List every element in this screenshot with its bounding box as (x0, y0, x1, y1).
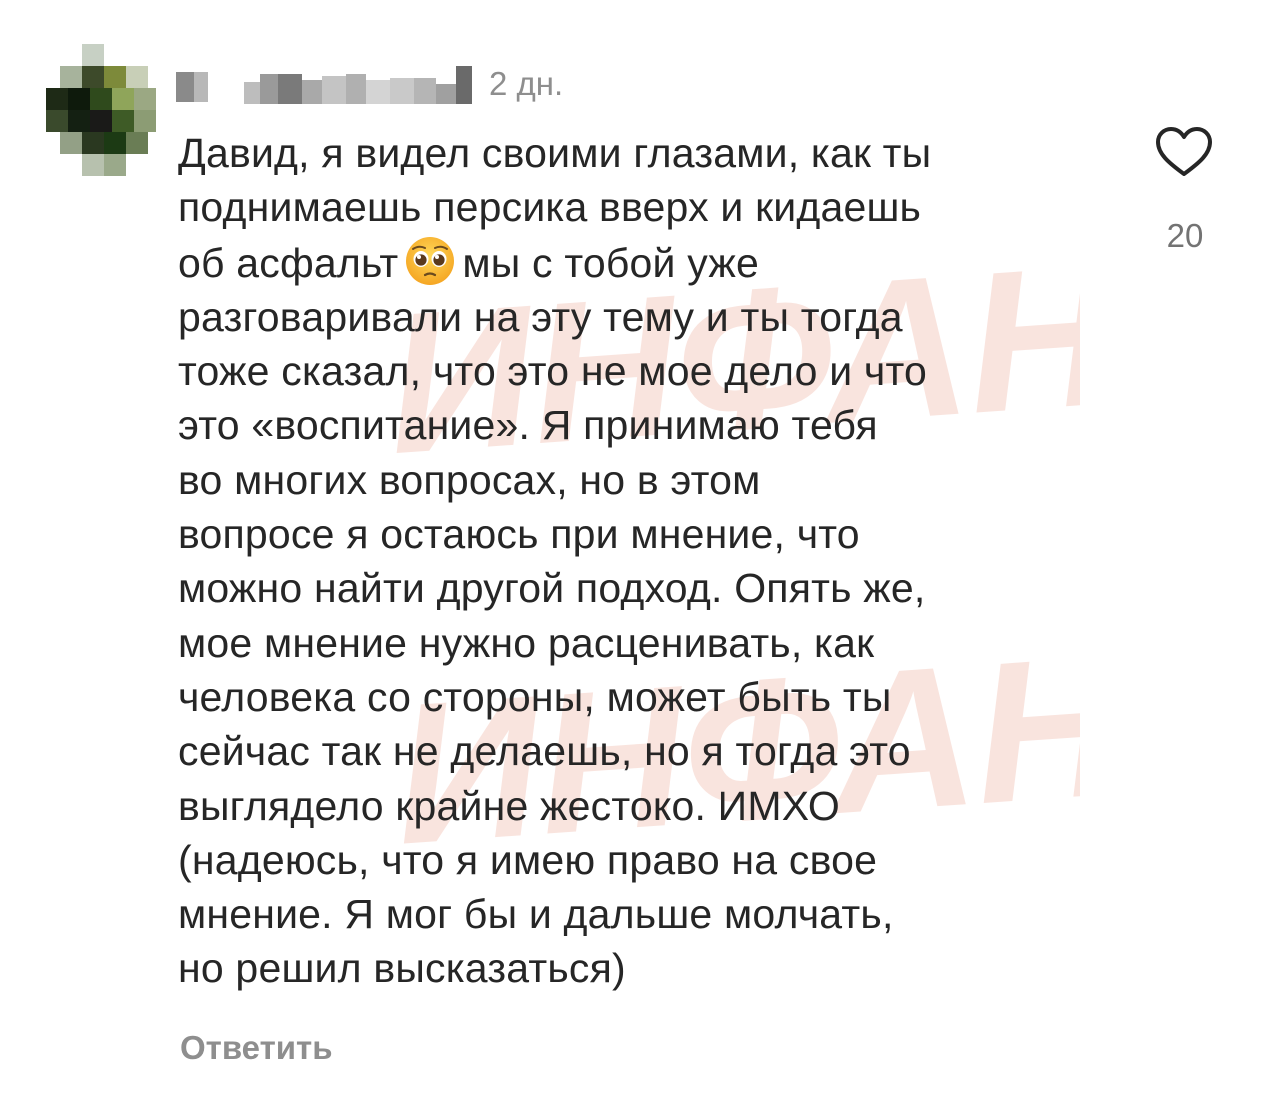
comment-line: мое мнение нужно расценивать, как (178, 619, 875, 666)
comment-line: тоже сказал, что это не мое дело и что (178, 348, 928, 395)
comment-timestamp: 2 дн. (489, 65, 564, 102)
heart-outline-icon[interactable] (1155, 126, 1213, 178)
comment-text: Давид, я видел своими глазами, как ты по… (178, 126, 1118, 996)
comment-line: но решил высказаться) (178, 945, 626, 992)
comment-line: человека со стороны, может быть ты (178, 673, 892, 720)
comment-line: вопросе я остаюсь при мнение, что (178, 511, 860, 558)
comment-line: выглядело крайне жестоко. ИМХО (178, 782, 840, 829)
comment-line: сейчас так не делаешь, но я тогда это (178, 728, 911, 775)
username-redacted[interactable] (176, 64, 476, 108)
comment-line: можно найти другой подход. Опять же, (178, 565, 926, 612)
comment-line: во многих вопросах, но в этом (178, 456, 761, 503)
comment-line: это «воспитание». Я принимаю тебя (178, 402, 878, 449)
comment-line: разговаривали на эту тему и ты тогда (178, 293, 903, 340)
comment-line-part: мы с тобой уже (462, 239, 760, 286)
pleading-face-emoji (404, 235, 456, 287)
like-count: 20 (1166, 217, 1204, 254)
comment-line-part: об асфальт (178, 239, 399, 286)
comment-line: мнение. Я мог бы и дальше молчать, (178, 891, 894, 938)
reply-button[interactable]: Ответить (180, 1026, 333, 1070)
comment-line: (надеюсь, что я имею право на свое (178, 836, 878, 883)
avatar[interactable] (46, 44, 156, 176)
comment-line: поднимаешь персика вверх и кидаешь (178, 184, 922, 231)
comment-line: Давид, я видел своими глазами, как ты (178, 130, 932, 176)
comment-line-with-emoji: об асфальт мы с тобой уже (178, 235, 1118, 290)
